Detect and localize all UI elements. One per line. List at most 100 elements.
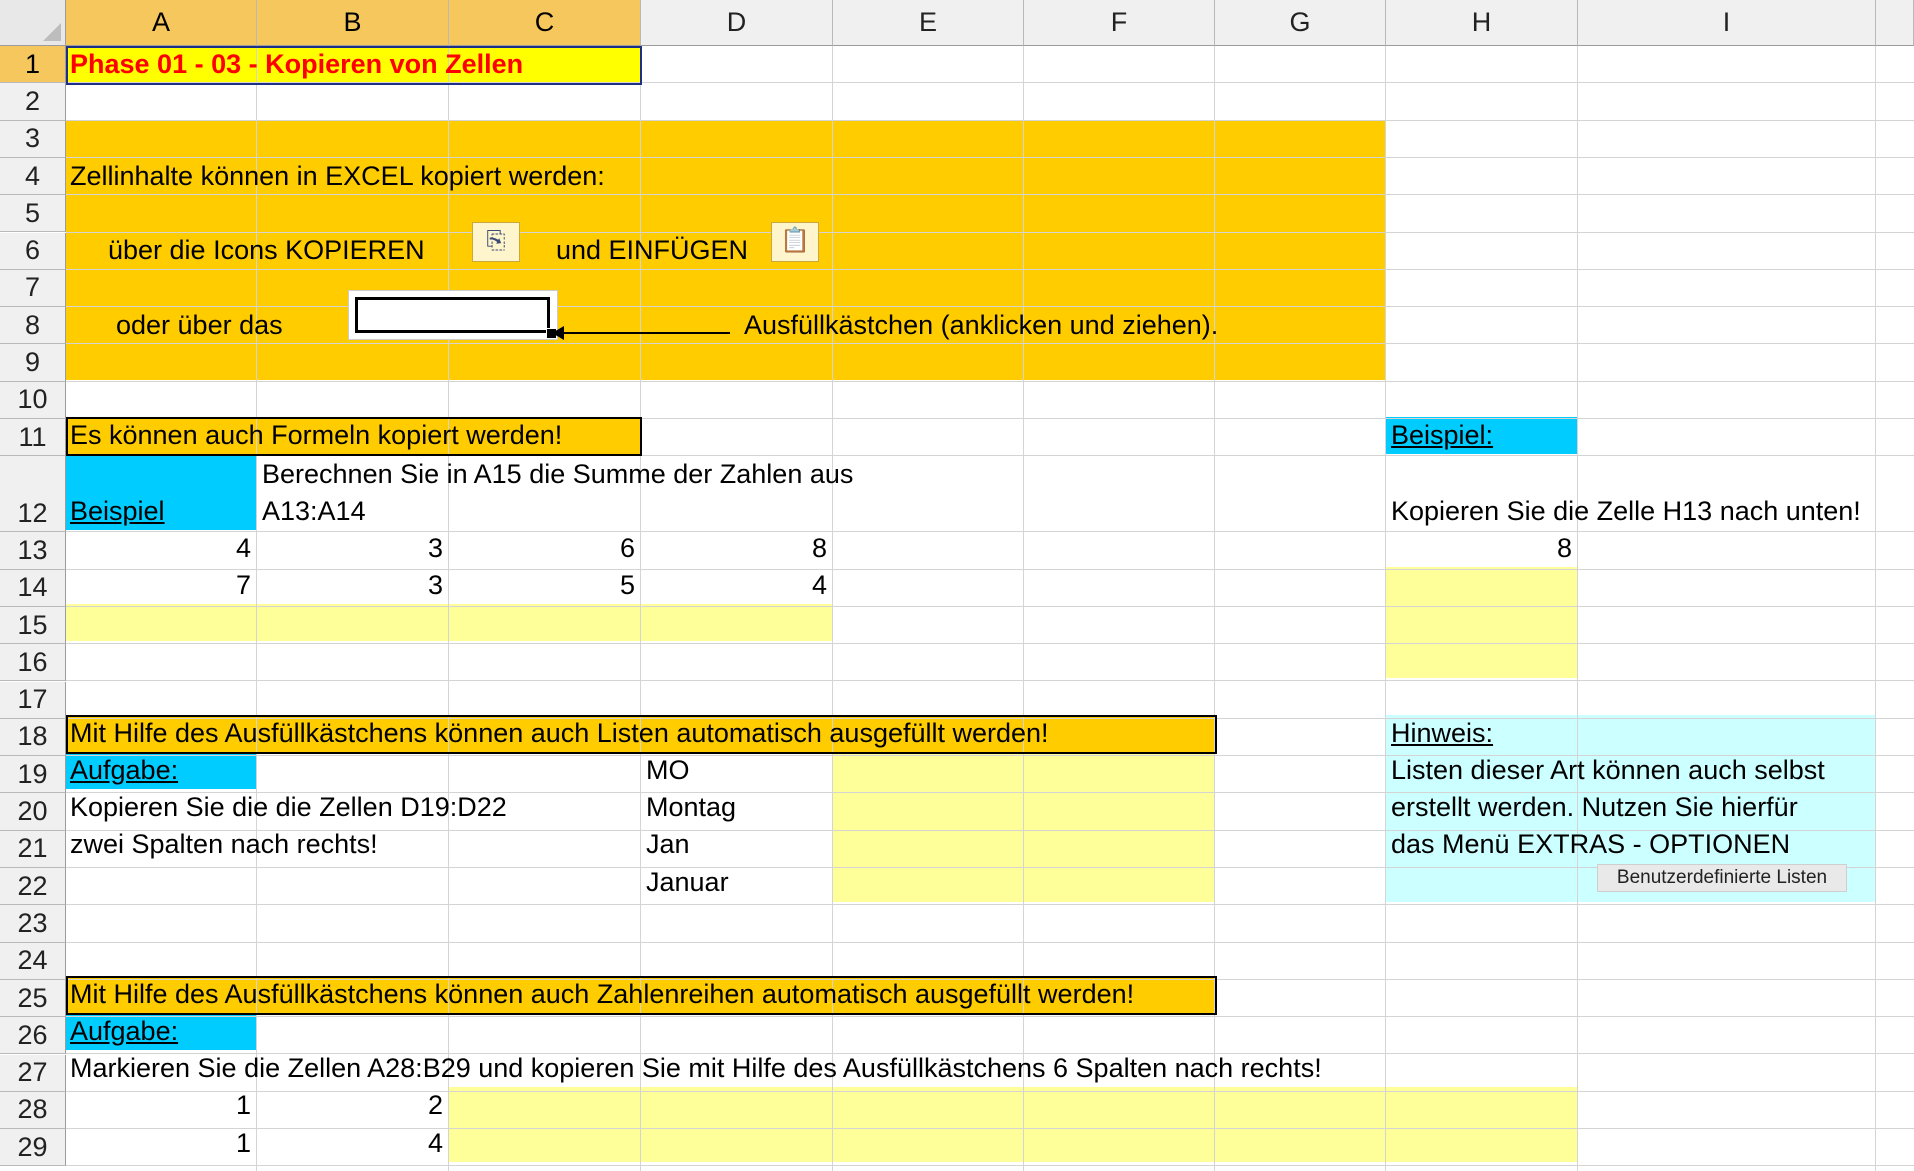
list-task-line2[interactable]: zwei Spalten nach rechts! bbox=[70, 826, 378, 863]
row-header-17[interactable]: 17 bbox=[0, 681, 66, 719]
row-header-24[interactable]: 24 bbox=[0, 942, 66, 980]
row-header-11[interactable]: 11 bbox=[0, 419, 66, 457]
row-header-1[interactable]: 1 bbox=[0, 46, 66, 84]
arrow-line bbox=[562, 332, 730, 334]
cell-B14[interactable]: 3 bbox=[257, 567, 443, 604]
row-header-27[interactable]: 27 bbox=[0, 1054, 66, 1092]
column-header-partial[interactable] bbox=[1876, 0, 1914, 46]
row-header-28[interactable]: 28 bbox=[0, 1091, 66, 1130]
cell-D14[interactable]: 4 bbox=[641, 567, 827, 604]
cell-D13[interactable]: 8 bbox=[641, 530, 827, 567]
custom-lists-button[interactable]: Benutzerdefinierte Listen bbox=[1597, 864, 1847, 892]
cell-A14[interactable]: 7 bbox=[66, 567, 251, 604]
row-header-15[interactable]: 15 bbox=[0, 606, 66, 645]
row-header-19[interactable]: 19 bbox=[0, 756, 66, 794]
hinweis-line1: Listen dieser Art können auch selbst bbox=[1391, 755, 1825, 785]
grid-hline bbox=[66, 643, 1914, 644]
row-header-20[interactable]: 20 bbox=[0, 793, 66, 831]
column-header-I[interactable]: I bbox=[1578, 0, 1876, 46]
grid-vline bbox=[1875, 46, 1876, 1171]
column-header-B[interactable]: B bbox=[257, 0, 449, 46]
series-target-fill bbox=[449, 1087, 1578, 1162]
cell-D19[interactable]: MO bbox=[646, 752, 690, 789]
row-header-16[interactable]: 16 bbox=[0, 644, 66, 682]
list-header[interactable]: Mit Hilfe des Ausfüllkästchens können au… bbox=[70, 715, 1049, 752]
cell-B29[interactable]: 4 bbox=[257, 1125, 443, 1162]
cell-H13[interactable]: 8 bbox=[1386, 530, 1572, 567]
row-header-2[interactable]: 2 bbox=[0, 83, 66, 121]
column-header-F[interactable]: F bbox=[1024, 0, 1215, 46]
sum-row-fill bbox=[66, 604, 833, 641]
column-header-E[interactable]: E bbox=[833, 0, 1024, 46]
row-header-13[interactable]: 13 bbox=[0, 532, 66, 570]
aufgabe-label-2[interactable]: Aufgabe: bbox=[70, 1013, 178, 1050]
hinweis-line2: erstellt werden. Nutzen Sie hierfür bbox=[1391, 792, 1798, 822]
formula-header[interactable]: Es können auch Formeln kopiert werden! bbox=[70, 417, 562, 454]
grid-vline bbox=[1577, 46, 1578, 1171]
row-header-3[interactable]: 3 bbox=[0, 120, 66, 158]
grid-hline bbox=[66, 942, 1914, 943]
h-task-text[interactable]: Kopieren Sie die Zelle H13 nach unten! bbox=[1391, 493, 1861, 530]
row-header-18[interactable]: 18 bbox=[0, 718, 66, 757]
row-header-23[interactable]: 23 bbox=[0, 905, 66, 943]
row-header-12[interactable]: 12 bbox=[0, 456, 66, 533]
spreadsheet-grid[interactable]: Phase 01 - 03 - Kopieren von Zellen Zell… bbox=[0, 0, 1914, 1171]
paste-icon[interactable]: 📋 bbox=[771, 222, 819, 262]
row-header-7[interactable]: 7 bbox=[0, 269, 66, 308]
cell-B13[interactable]: 3 bbox=[257, 530, 443, 567]
aufgabe-label-1[interactable]: Aufgabe: bbox=[70, 752, 178, 789]
row-header-29[interactable]: 29 bbox=[0, 1129, 66, 1167]
row-header-14[interactable]: 14 bbox=[0, 569, 66, 607]
column-header-A[interactable]: A bbox=[66, 0, 257, 46]
grid-hline bbox=[66, 904, 1914, 905]
sheet-title[interactable]: Phase 01 - 03 - Kopieren von Zellen bbox=[70, 46, 523, 83]
beispiel-label[interactable]: Beispiel bbox=[70, 493, 165, 530]
row-header-8[interactable]: 8 bbox=[0, 307, 66, 345]
list-target-fill bbox=[833, 752, 1215, 902]
row-header-6[interactable]: 6 bbox=[0, 232, 66, 270]
cell-A28[interactable]: 1 bbox=[66, 1087, 251, 1124]
grid-hline bbox=[66, 680, 1914, 681]
intro-text: Zellinhalte können in EXCEL kopiert werd… bbox=[70, 161, 605, 191]
fill-handle-text-2: Ausfüllkästchen (anklicken und ziehen). bbox=[744, 310, 1219, 340]
grid-vline bbox=[1385, 46, 1386, 1171]
row-header-22[interactable]: 22 bbox=[0, 868, 66, 906]
row-header-4[interactable]: 4 bbox=[0, 157, 66, 196]
fill-handle-text-1: oder über das bbox=[116, 310, 283, 340]
copy-icons-text: über die Icons KOPIEREN bbox=[108, 235, 425, 265]
copy-icon[interactable]: ⎘ bbox=[472, 222, 520, 262]
list-task-line1[interactable]: Kopieren Sie die die Zellen D19:D22 bbox=[70, 789, 507, 826]
paste-icons-text: und EINFÜGEN bbox=[556, 235, 749, 265]
column-header-D[interactable]: D bbox=[641, 0, 833, 46]
h15-h16-fill bbox=[1386, 567, 1578, 678]
series-task-text[interactable]: Markieren Sie die Zellen A28:B29 und kop… bbox=[70, 1050, 1322, 1087]
task-text-line2: A13:A14 bbox=[262, 496, 366, 526]
grid-hline bbox=[66, 1165, 1914, 1166]
row-header-10[interactable]: 10 bbox=[0, 381, 66, 419]
arrow-head-icon bbox=[552, 326, 564, 340]
cell-B28[interactable]: 2 bbox=[257, 1087, 443, 1124]
hinweis-label[interactable]: Hinweis: bbox=[1391, 715, 1493, 752]
row-header-25[interactable]: 25 bbox=[0, 979, 66, 1018]
grid-hline bbox=[66, 381, 1914, 382]
cell-D22[interactable]: Januar bbox=[646, 864, 729, 901]
column-header-G[interactable]: G bbox=[1215, 0, 1386, 46]
select-all-corner[interactable] bbox=[0, 0, 66, 46]
cell-A29[interactable]: 1 bbox=[66, 1125, 251, 1162]
column-header-C[interactable]: C bbox=[449, 0, 641, 46]
cell-C14[interactable]: 5 bbox=[449, 567, 635, 604]
series-header[interactable]: Mit Hilfe des Ausfüllkästchens können au… bbox=[70, 976, 1134, 1013]
row-header-21[interactable]: 21 bbox=[0, 830, 66, 868]
h-beispiel-label[interactable]: Beispiel: bbox=[1391, 417, 1493, 454]
row-header-5[interactable]: 5 bbox=[0, 195, 66, 233]
cell-D21[interactable]: Jan bbox=[646, 826, 690, 863]
task-text-line1[interactable]: Berechnen Sie in A15 die Summe der Zahle… bbox=[262, 456, 853, 493]
grid-hline bbox=[66, 120, 1914, 121]
hinweis-line3: das Menü EXTRAS - OPTIONEN bbox=[1391, 829, 1791, 859]
row-header-9[interactable]: 9 bbox=[0, 344, 66, 382]
cell-C13[interactable]: 6 bbox=[449, 530, 635, 567]
cell-A13[interactable]: 4 bbox=[66, 530, 251, 567]
row-header-26[interactable]: 26 bbox=[0, 1017, 66, 1055]
column-header-H[interactable]: H bbox=[1386, 0, 1578, 46]
cell-D20[interactable]: Montag bbox=[646, 789, 736, 826]
